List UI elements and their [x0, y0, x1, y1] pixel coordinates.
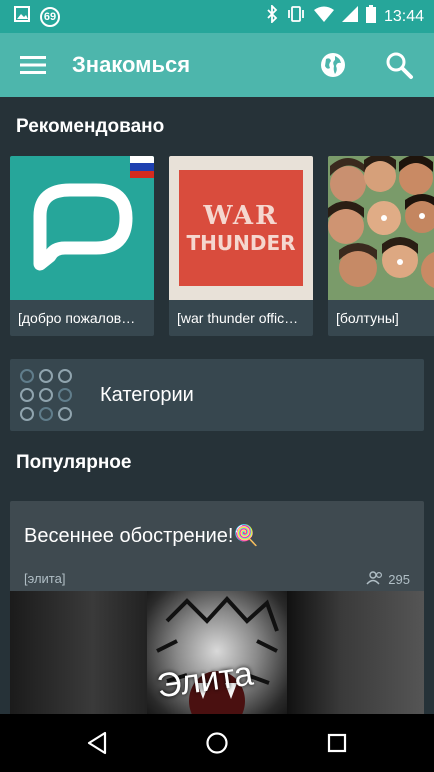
- clock: 13:44: [383, 7, 424, 25]
- globe-icon[interactable]: [318, 50, 348, 80]
- app-bar: Знакомься: [0, 33, 434, 97]
- members-icon: [366, 571, 384, 588]
- main-content: Рекомендовано [добро пожалов… WAR THUNDE…: [0, 97, 434, 714]
- palringo-logo: [10, 156, 154, 300]
- vibrate-icon: [286, 5, 306, 28]
- search-icon[interactable]: [384, 50, 414, 80]
- tiger-image: Элита: [147, 591, 287, 714]
- war-thunder-logo: WAR THUNDER: [169, 156, 313, 300]
- navigation-bar: [0, 714, 434, 772]
- recommended-card[interactable]: [болтуны]: [328, 156, 434, 336]
- popular-group-card[interactable]: Весеннее обострение!🍭 [элита] 295 Элита: [10, 501, 424, 714]
- recommended-card[interactable]: [добро пожалов…: [10, 156, 154, 336]
- back-icon[interactable]: [82, 728, 112, 758]
- wifi-icon: [313, 6, 334, 27]
- image-icon: [14, 6, 30, 27]
- signal-icon: [341, 6, 358, 27]
- recents-icon[interactable]: [322, 728, 352, 758]
- section-title-popular: Популярное: [16, 452, 132, 473]
- group-tag: [элита]: [24, 571, 66, 586]
- card-label: [war thunder offic…: [177, 310, 299, 326]
- card-label: [добро пожалов…: [18, 310, 136, 326]
- categories-button[interactable]: Категории: [10, 359, 424, 431]
- categories-label: Категории: [100, 383, 194, 406]
- group-title: Весеннее обострение!🍭: [24, 525, 259, 547]
- page-title: Знакомься: [72, 52, 191, 77]
- card-label: [болтуны]: [336, 310, 399, 326]
- russia-flag-icon: [130, 156, 154, 178]
- section-title-recommended: Рекомендовано: [16, 116, 165, 137]
- group-cover-image: Элита: [10, 591, 424, 714]
- group-photo: [328, 156, 434, 300]
- battery-icon: [365, 5, 376, 28]
- war-text: WAR: [203, 201, 279, 231]
- home-icon[interactable]: [202, 728, 232, 758]
- status-bar: 69 13:44: [0, 0, 434, 33]
- categories-icon: [20, 369, 72, 421]
- recommended-card[interactable]: WAR THUNDER [war thunder offic…: [169, 156, 313, 336]
- bluetooth-icon: [266, 3, 278, 28]
- notification-badge: 69: [40, 6, 60, 27]
- menu-icon[interactable]: [18, 50, 48, 80]
- member-count-value: 295: [388, 572, 410, 587]
- thunder-text: THUNDER: [186, 231, 296, 255]
- member-count: 295: [366, 571, 410, 588]
